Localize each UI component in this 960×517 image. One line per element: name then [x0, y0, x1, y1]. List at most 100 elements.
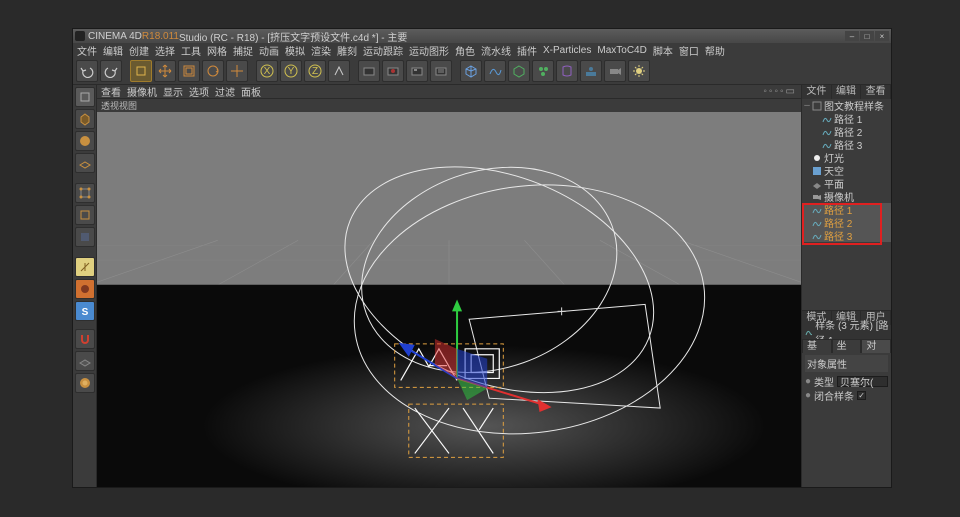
move-tool-button[interactable]: [154, 60, 176, 82]
menu-运动图形[interactable]: 运动图形: [409, 43, 449, 58]
z-axis-lock-button[interactable]: Z: [304, 60, 326, 82]
coord-system-button[interactable]: [328, 60, 350, 82]
right-panel: 文件 编辑 查看 –图文教程样条路径 1路径 2路径 3灯光天空平面摄像机路径 …: [801, 85, 891, 487]
x-axis-lock-button[interactable]: X: [256, 60, 278, 82]
menu-文件[interactable]: 文件: [77, 43, 97, 58]
add-camera-button[interactable]: [604, 60, 626, 82]
add-mograph-button[interactable]: [532, 60, 554, 82]
render-pv-button[interactable]: [406, 60, 428, 82]
menu-角色[interactable]: 角色: [455, 43, 475, 58]
attr-close-label: 闭合样条: [814, 388, 854, 403]
maximize-button[interactable]: □: [860, 31, 874, 41]
om-tab-file[interactable]: 文件: [802, 85, 832, 99]
select-tool-button[interactable]: [130, 60, 152, 82]
soft-select-button[interactable]: [75, 373, 95, 393]
title-prefix: CINEMA 4D: [88, 31, 142, 42]
menu-插件[interactable]: 插件: [517, 43, 537, 58]
attr-tab-coord[interactable]: 坐标: [832, 339, 862, 353]
add-light-button[interactable]: [628, 60, 650, 82]
model-mode-button[interactable]: [75, 109, 95, 129]
om-tab-edit[interactable]: 编辑: [832, 85, 862, 99]
viewport-label: 透视视图: [97, 99, 801, 112]
app-window: CINEMA 4D R18.011 Studio (RC - R18) - [挤…: [72, 28, 892, 488]
menu-帮助[interactable]: 帮助: [705, 43, 725, 58]
attr-type-dropdown[interactable]: 贝塞尔(: [837, 376, 888, 387]
workplane-snap-button[interactable]: [75, 351, 95, 371]
filter-menu[interactable]: 过滤: [215, 84, 235, 99]
menu-流水线[interactable]: 流水线: [481, 43, 511, 58]
panel-menu[interactable]: 面板: [241, 84, 261, 99]
title-suffix: Studio (RC - R18) - [挤压文字预设文件.c4d *] - 主…: [179, 29, 407, 44]
menu-创建[interactable]: 创建: [129, 43, 149, 58]
menu-运动跟踪[interactable]: 运动跟踪: [363, 43, 403, 58]
toggle-axis-button[interactable]: [75, 279, 95, 299]
left-toolbar: S: [73, 85, 97, 487]
close-button[interactable]: ×: [875, 31, 889, 41]
point-mode-button[interactable]: [75, 183, 95, 203]
texture-mode-button[interactable]: [75, 131, 95, 151]
add-environment-button[interactable]: [580, 60, 602, 82]
menu-编辑[interactable]: 编辑: [103, 43, 123, 58]
menubar: 文件编辑创建选择工具网格捕捉动画模拟渲染雕刻运动跟踪运动图形角色流水线插件 X-P…: [73, 43, 891, 57]
menu-模拟[interactable]: 模拟: [285, 43, 305, 58]
options-menu[interactable]: 选项: [189, 84, 209, 99]
title-version: R18.011: [142, 31, 179, 42]
menu-捕捉[interactable]: 捕捉: [233, 43, 253, 58]
add-generator-button[interactable]: [508, 60, 530, 82]
menu-选择[interactable]: 选择: [155, 43, 175, 58]
main-toolbar: X Y Z: [73, 57, 891, 85]
y-axis-lock-button[interactable]: Y: [280, 60, 302, 82]
menu-X-Particles[interactable]: X-Particles: [543, 45, 591, 56]
svg-text:Z: Z: [312, 66, 318, 77]
view-menu[interactable]: 查看: [101, 84, 121, 99]
polygon-mode-button[interactable]: [75, 227, 95, 247]
viewport[interactable]: [97, 112, 801, 487]
edge-mode-button[interactable]: [75, 205, 95, 225]
svg-text:Y: Y: [288, 66, 295, 77]
attr-tab-object[interactable]: 对象: [861, 339, 891, 353]
menu-窗口[interactable]: 窗口: [679, 43, 699, 58]
svg-text:S: S: [81, 307, 88, 318]
add-primitive-button[interactable]: [460, 60, 482, 82]
attr-close-checkbox[interactable]: ✓: [857, 391, 866, 400]
snap-button[interactable]: S: [75, 301, 95, 321]
undo-button[interactable]: [76, 60, 98, 82]
object-manager-tabs: 文件 编辑 查看: [802, 85, 891, 99]
viewport-menubar: 查看 摄像机 显示 选项 过滤 面板 ◦◦◦◦▭: [97, 85, 801, 99]
attribute-manager: 模式 编辑 用户数据 样条 (3 元素) [路径 1, ... 基本 坐标 对象…: [802, 310, 891, 487]
attr-sub-tabs: 基本 坐标 对象: [802, 339, 891, 353]
attr-tab-basic[interactable]: 基本: [802, 339, 832, 353]
viewport-nav-icons[interactable]: ◦◦◦◦▭: [763, 86, 797, 97]
menu-网格[interactable]: 网格: [207, 43, 227, 58]
menu-工具[interactable]: 工具: [181, 43, 201, 58]
viewport-stack: 查看 摄像机 显示 选项 过滤 面板 ◦◦◦◦▭ 透视视图: [97, 85, 801, 487]
display-menu[interactable]: 显示: [163, 84, 183, 99]
render-region-button[interactable]: [382, 60, 404, 82]
object-row[interactable]: 路径 3: [802, 229, 891, 242]
render-settings-button[interactable]: [430, 60, 452, 82]
workplane-button[interactable]: [75, 153, 95, 173]
redo-button[interactable]: [100, 60, 122, 82]
minimize-button[interactable]: –: [845, 31, 859, 41]
attr-section-header: 对象属性: [805, 355, 888, 372]
menu-MaxToC4D[interactable]: MaxToC4D: [597, 45, 646, 56]
menu-动画[interactable]: 动画: [259, 43, 279, 58]
magnet-button[interactable]: [75, 329, 95, 349]
add-spline-button[interactable]: [484, 60, 506, 82]
scale-tool-button[interactable]: [178, 60, 200, 82]
camera-menu[interactable]: 摄像机: [127, 84, 157, 99]
make-editable-button[interactable]: [75, 87, 95, 107]
rotate-tool-button[interactable]: [202, 60, 224, 82]
attr-title-row: 样条 (3 元素) [路径 1, ...: [802, 325, 891, 339]
menu-脚本[interactable]: 脚本: [653, 43, 673, 58]
menu-雕刻[interactable]: 雕刻: [337, 43, 357, 58]
om-tab-view[interactable]: 查看: [861, 85, 891, 99]
axis-button[interactable]: [75, 257, 95, 277]
object-manager[interactable]: –图文教程样条路径 1路径 2路径 3灯光天空平面摄像机路径 1路径 2路径 3: [802, 99, 891, 310]
body: S 查看 摄像机 显示 选项 过滤 面板 ◦◦◦◦▭ 透视视图: [73, 85, 891, 487]
add-deformer-button[interactable]: [556, 60, 578, 82]
menu-渲染[interactable]: 渲染: [311, 43, 331, 58]
recent-tool-button[interactable]: [226, 60, 248, 82]
svg-text:X: X: [264, 66, 271, 77]
render-view-button[interactable]: [358, 60, 380, 82]
